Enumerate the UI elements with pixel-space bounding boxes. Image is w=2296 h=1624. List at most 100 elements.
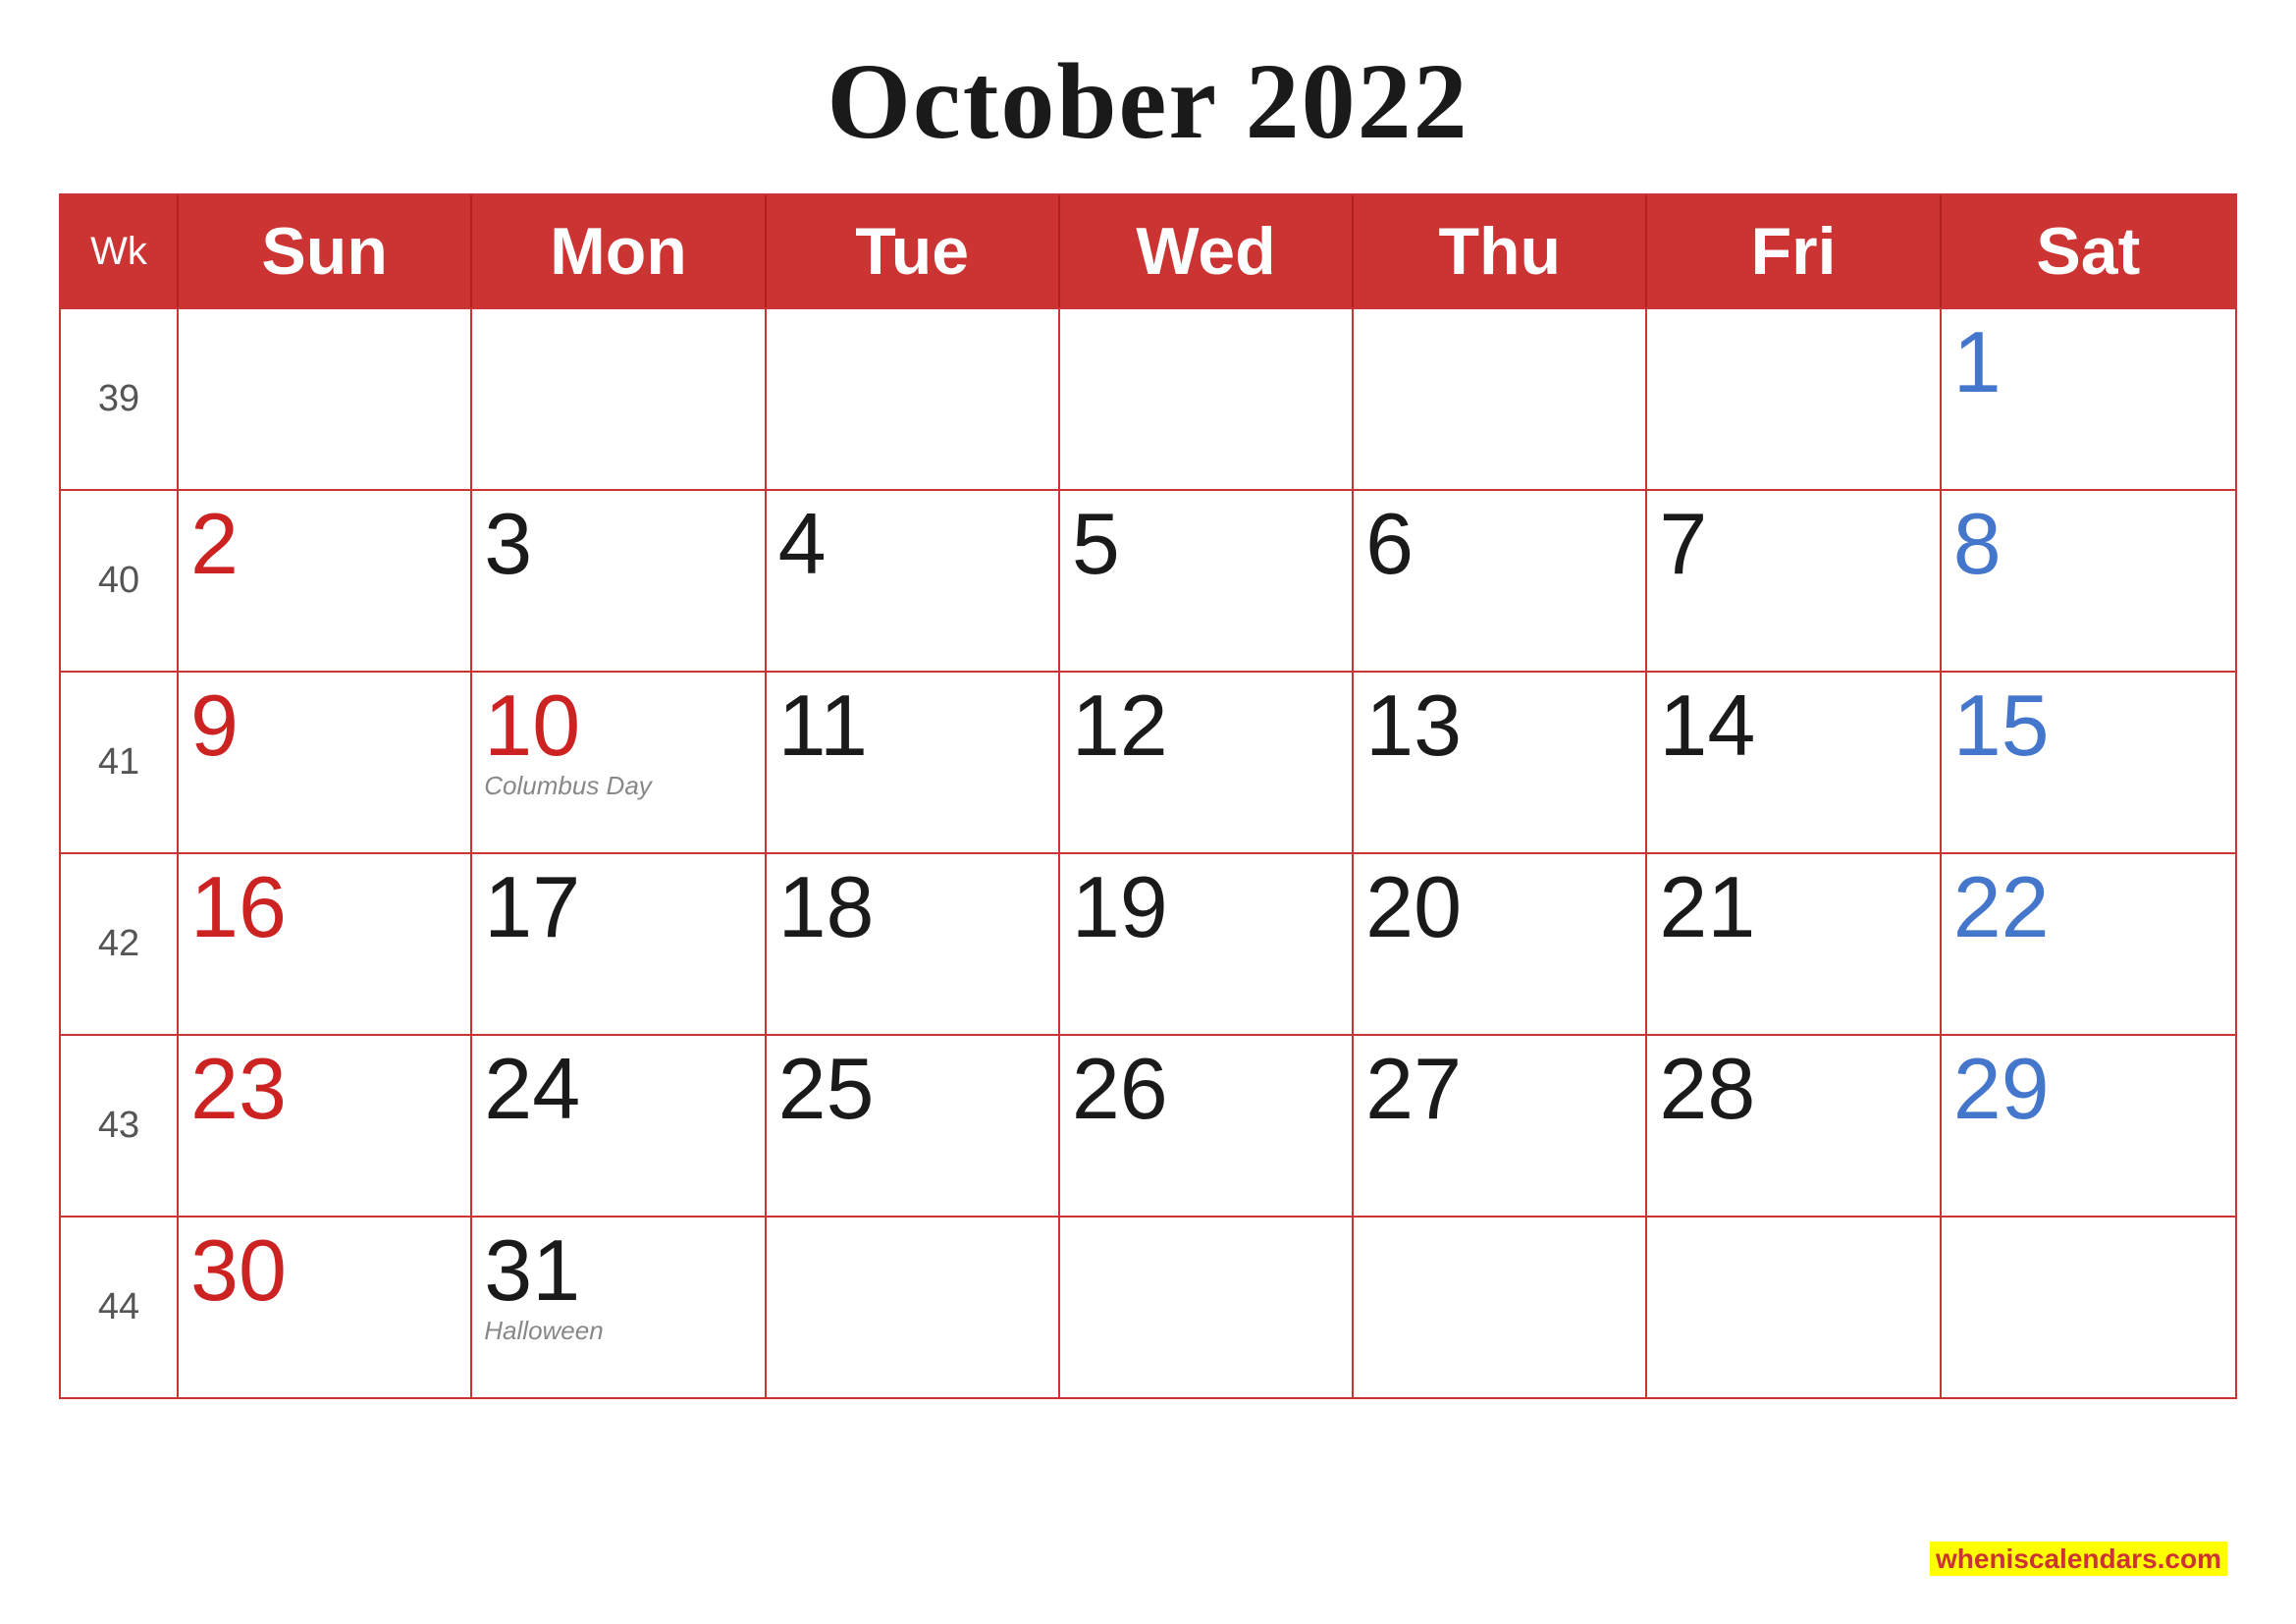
header-day-tue: Tue	[767, 195, 1060, 307]
day-number: 14	[1659, 682, 1755, 769]
day-number: 21	[1659, 864, 1755, 950]
day-number: 18	[778, 864, 875, 950]
calendar-cell: 16	[179, 854, 472, 1034]
calendar-row: 402 3 4 5 6 7 8	[61, 489, 2235, 671]
calendar-cell	[1942, 1218, 2235, 1397]
calendar-cell: 11	[767, 673, 1060, 852]
calendar-cell	[1647, 309, 1941, 489]
week-number-41: 41	[61, 673, 179, 852]
day-number: 16	[190, 864, 287, 950]
calendar-cell: 4	[767, 491, 1060, 671]
day-number: 27	[1365, 1046, 1462, 1132]
calendar-cell: 21	[1647, 854, 1941, 1034]
calendar-header: Wk SunMonTueWedThuFriSat	[61, 195, 2235, 307]
watermark-text: wheniscalendars	[1936, 1543, 2158, 1574]
calendar-cell	[472, 309, 766, 489]
header-day-sun: Sun	[179, 195, 472, 307]
holiday-label: Columbus Day	[484, 771, 652, 801]
day-number: 1	[1953, 319, 2002, 406]
calendar-cell: 10Columbus Day	[472, 673, 766, 852]
calendar-cell: 28	[1647, 1036, 1941, 1216]
calendar: Wk SunMonTueWedThuFriSat 391402345678419…	[59, 193, 2237, 1399]
day-number: 8	[1953, 501, 2002, 587]
calendar-cell: 3	[472, 491, 766, 671]
day-number: 31	[484, 1227, 580, 1314]
header-day-sat: Sat	[1942, 195, 2235, 307]
calendar-cell: 17	[472, 854, 766, 1034]
calendar-cell: 24	[472, 1036, 766, 1216]
calendar-cell	[1060, 309, 1354, 489]
header-day-wed: Wed	[1060, 195, 1354, 307]
week-number-44: 44	[61, 1218, 179, 1397]
calendar-cell: 6	[1354, 491, 1647, 671]
calendar-cell: 30	[179, 1218, 472, 1397]
calendar-body: 39140234567841910Columbus Day11121314154…	[61, 307, 2235, 1397]
calendar-row: 41910Columbus Day1112131415	[61, 671, 2235, 852]
calendar-cell: 14	[1647, 673, 1941, 852]
calendar-cell: 2	[179, 491, 472, 671]
day-number: 13	[1365, 682, 1462, 769]
calendar-cell: 12	[1060, 673, 1354, 852]
calendar-cell: 19	[1060, 854, 1354, 1034]
calendar-row: 39 1	[61, 307, 2235, 489]
calendar-cell: 20	[1354, 854, 1647, 1034]
calendar-row: 4430 31Halloween	[61, 1216, 2235, 1397]
day-number: 19	[1072, 864, 1168, 950]
calendar-cell: 13	[1354, 673, 1647, 852]
calendar-cell: 9	[179, 673, 472, 852]
header-day-fri: Fri	[1647, 195, 1941, 307]
calendar-cell	[767, 1218, 1060, 1397]
day-number: 20	[1365, 864, 1462, 950]
day-number: 24	[484, 1046, 580, 1132]
calendar-cell: 1	[1942, 309, 2235, 489]
calendar-cell: 15	[1942, 673, 2235, 852]
day-number: 26	[1072, 1046, 1168, 1132]
day-number: 7	[1659, 501, 1707, 587]
header-day-thu: Thu	[1354, 195, 1647, 307]
calendar-cell: 23	[179, 1036, 472, 1216]
day-number: 25	[778, 1046, 875, 1132]
day-number: 22	[1953, 864, 2050, 950]
calendar-cell: 22	[1942, 854, 2235, 1034]
day-number: 12	[1072, 682, 1168, 769]
day-number: 10	[484, 682, 580, 769]
calendar-row: 4216 17 18 19 20 21 22	[61, 852, 2235, 1034]
day-number: 30	[190, 1227, 287, 1314]
day-number: 6	[1365, 501, 1414, 587]
watermark[interactable]: wheniscalendars.com	[1930, 1543, 2227, 1575]
header-day-mon: Mon	[472, 195, 766, 307]
calendar-cell: 27	[1354, 1036, 1647, 1216]
week-number-40: 40	[61, 491, 179, 671]
header-wk: Wk	[61, 195, 179, 307]
calendar-cell	[1647, 1218, 1941, 1397]
calendar-cell	[1354, 309, 1647, 489]
calendar-cell: 29	[1942, 1036, 2235, 1216]
week-number-42: 42	[61, 854, 179, 1034]
calendar-cell: 26	[1060, 1036, 1354, 1216]
day-number: 3	[484, 501, 532, 587]
calendar-row: 4323 24 25 26 27 28 29	[61, 1034, 2235, 1216]
calendar-cell	[767, 309, 1060, 489]
day-number: 5	[1072, 501, 1120, 587]
calendar-cell	[1060, 1218, 1354, 1397]
day-number: 9	[190, 682, 239, 769]
calendar-cell: 5	[1060, 491, 1354, 671]
day-number: 23	[190, 1046, 287, 1132]
week-number-39: 39	[61, 309, 179, 489]
page-title: October 2022	[827, 39, 1468, 164]
day-number: 28	[1659, 1046, 1755, 1132]
holiday-label: Halloween	[484, 1316, 603, 1346]
calendar-cell: 31Halloween	[472, 1218, 766, 1397]
day-number: 2	[190, 501, 239, 587]
calendar-cell: 25	[767, 1036, 1060, 1216]
day-number: 4	[778, 501, 827, 587]
calendar-cell	[1354, 1218, 1647, 1397]
day-number: 29	[1953, 1046, 2050, 1132]
day-number: 17	[484, 864, 580, 950]
day-number: 15	[1953, 682, 2050, 769]
calendar-cell: 8	[1942, 491, 2235, 671]
calendar-cell	[179, 309, 472, 489]
calendar-cell: 7	[1647, 491, 1941, 671]
calendar-cell: 18	[767, 854, 1060, 1034]
week-number-43: 43	[61, 1036, 179, 1216]
